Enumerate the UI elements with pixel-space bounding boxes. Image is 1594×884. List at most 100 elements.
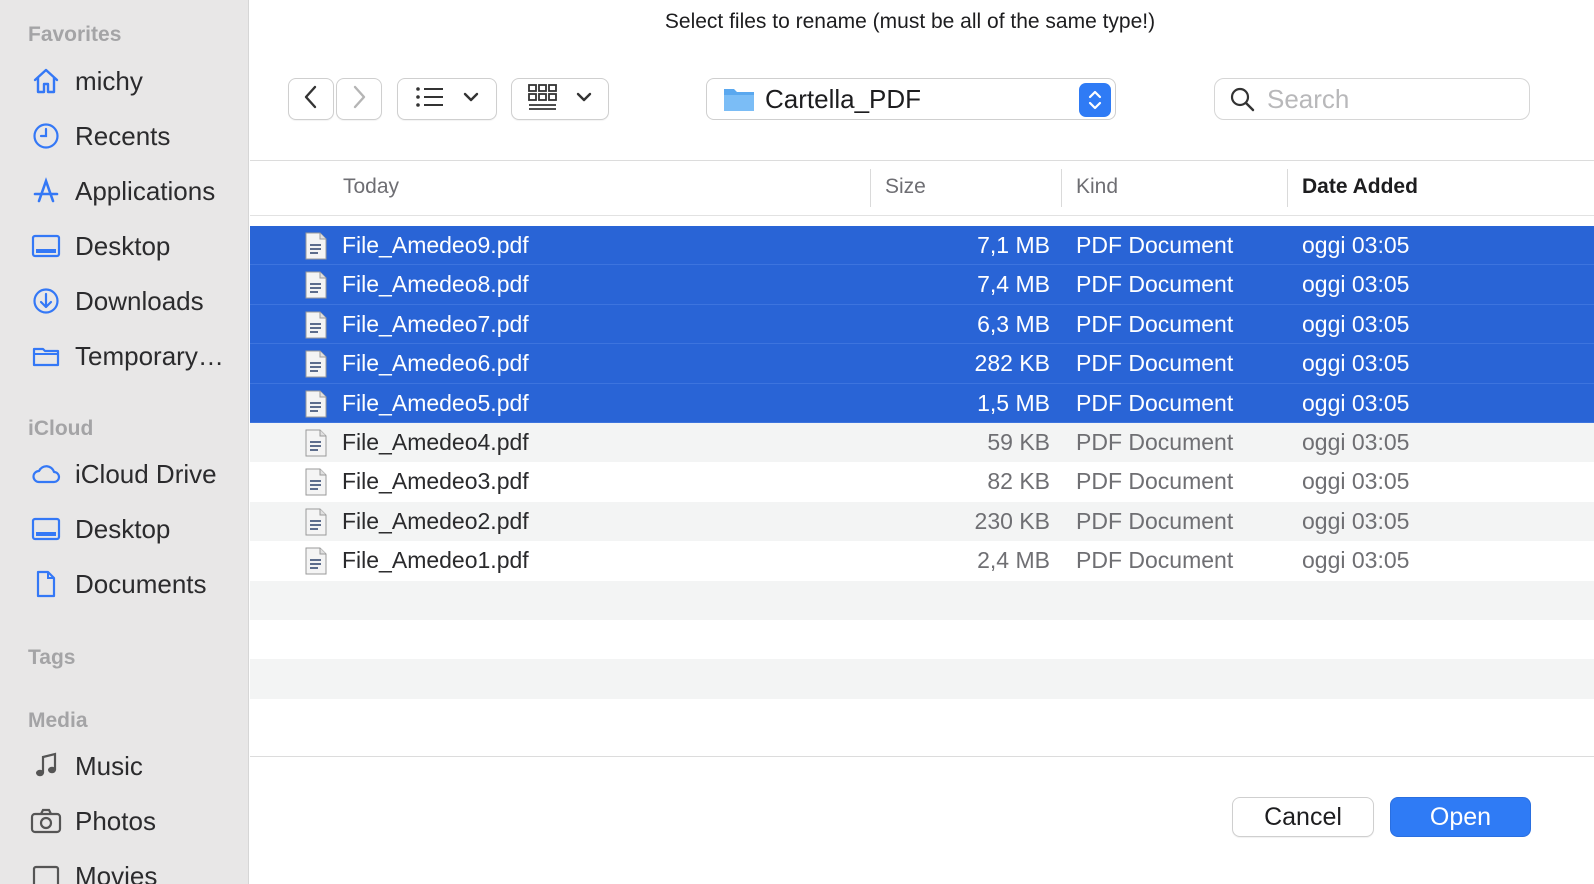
sidebar-item-applications[interactable]: Applications	[0, 168, 248, 214]
location-popup[interactable]: Cartella_PDF	[706, 78, 1116, 120]
chevron-right-icon	[350, 84, 368, 115]
sidebar-item-downloads[interactable]: Downloads	[0, 278, 248, 324]
file-size: 7,4 MB	[977, 271, 1050, 298]
file-size: 282 KB	[974, 350, 1050, 377]
chevron-down-icon	[463, 90, 479, 108]
sidebar-item-label: Downloads	[75, 285, 204, 316]
pdf-file-icon	[304, 271, 328, 299]
applications-icon	[29, 174, 63, 208]
file-name: File_Amedeo2.pdf	[342, 507, 529, 534]
file-kind: PDF Document	[1076, 310, 1234, 337]
column-header-name[interactable]: Today	[343, 175, 399, 199]
column-header-size[interactable]: Size	[885, 175, 926, 199]
file-row[interactable]: File_Amedeo5.pdf 1,5 MB PDF Document oggi 0…	[250, 383, 1594, 423]
file-date-added: oggi 03:05	[1302, 468, 1410, 495]
file-kind: PDF Document	[1076, 232, 1234, 258]
sidebar-item-label: Photos	[75, 805, 156, 836]
chevron-left-icon	[302, 84, 320, 115]
download-icon	[29, 284, 63, 318]
list-view-icon	[415, 85, 445, 114]
file-row[interactable]: File_Amedeo9.pdf 7,1 MB PDF Document oggi 0…	[250, 226, 1594, 266]
column-separator	[1287, 169, 1288, 207]
column-separator	[870, 169, 871, 207]
file-browser: Select files to rename (must be all of t…	[250, 0, 1594, 884]
back-button[interactable]	[288, 78, 334, 120]
file-name: File_Amedeo4.pdf	[342, 428, 529, 455]
search-input[interactable]	[1267, 83, 1507, 115]
file-size: 2,4 MB	[977, 547, 1050, 574]
file-row[interactable]: File_Amedeo3.pdf 82 KB PDF Document oggi 03…	[250, 462, 1594, 501]
empty-row	[250, 659, 1594, 699]
sidebar-item-label: Recents	[75, 120, 171, 151]
file-row[interactable]: File_Amedeo2.pdf 230 KB PDF Document oggi 0…	[250, 501, 1594, 542]
sidebar-item-icloud-desktop[interactable]: Desktop	[0, 506, 248, 552]
file-name: File_Amedeo9.pdf	[342, 232, 529, 258]
cloud-icon	[29, 457, 63, 491]
desktop-icon	[29, 512, 63, 546]
sidebar: Favorites michy Recents Applications Des…	[0, 0, 249, 884]
file-name: File_Amedeo8.pdf	[342, 271, 529, 298]
file-date-added: oggi 03:05	[1302, 232, 1410, 258]
sidebar-item-desktop[interactable]: Desktop	[0, 223, 248, 269]
file-row[interactable]: File_Amedeo4.pdf 59 KB PDF Document oggi 03…	[250, 422, 1594, 463]
file-date-added: oggi 03:05	[1302, 428, 1410, 455]
open-button[interactable]: Open	[1390, 797, 1531, 837]
file-name: File_Amedeo3.pdf	[342, 468, 529, 495]
column-separator	[1061, 169, 1062, 207]
file-kind: PDF Document	[1076, 389, 1234, 416]
sidebar-item-recents[interactable]: Recents	[0, 113, 248, 159]
view-list-menu-button[interactable]	[397, 78, 497, 120]
group-menu-button[interactable]	[511, 78, 609, 120]
divider	[250, 756, 1594, 757]
pdf-file-icon	[304, 468, 328, 496]
pdf-file-icon	[304, 547, 328, 575]
file-row[interactable]: File_Amedeo7.pdf 6,3 MB PDF Document oggi 0…	[250, 304, 1594, 345]
file-kind: PDF Document	[1076, 271, 1234, 298]
file-date-added: oggi 03:05	[1302, 271, 1410, 298]
dialog-prompt: Select files to rename (must be all of t…	[664, 10, 1156, 33]
search-field[interactable]	[1214, 78, 1530, 120]
sidebar-section-tags: Tags	[28, 646, 76, 669]
file-date-added: oggi 03:05	[1302, 350, 1410, 377]
file-size: 6,3 MB	[977, 310, 1050, 337]
pdf-file-icon	[304, 390, 328, 418]
sidebar-item-label: Documents	[75, 568, 207, 599]
empty-row	[250, 580, 1594, 620]
file-name: File_Amedeo5.pdf	[342, 389, 529, 416]
column-header-date-added[interactable]: Date Added	[1302, 175, 1418, 199]
forward-button[interactable]	[336, 78, 382, 120]
house-icon	[29, 64, 63, 98]
file-row[interactable]: File_Amedeo8.pdf 7,4 MB PDF Document oggi 0…	[250, 265, 1594, 305]
sidebar-item-michy[interactable]: michy	[0, 58, 248, 104]
file-size: 7,1 MB	[977, 232, 1050, 258]
file-date-added: oggi 03:05	[1302, 389, 1410, 416]
file-name: File_Amedeo6.pdf	[342, 350, 529, 377]
sidebar-item-documents[interactable]: Documents	[0, 561, 248, 607]
sidebar-item-label: michy	[75, 65, 143, 96]
file-kind: PDF Document	[1076, 350, 1234, 377]
file-size: 59 KB	[987, 428, 1050, 455]
chevron-down-icon	[576, 90, 592, 108]
file-row[interactable]: File_Amedeo1.pdf 2,4 MB PDF Document oggi 0…	[250, 541, 1594, 580]
cancel-button[interactable]: Cancel	[1232, 797, 1374, 837]
empty-row	[250, 699, 1594, 738]
sidebar-item-label: iCloud Drive	[75, 458, 217, 489]
clock-icon	[29, 119, 63, 153]
folder-icon	[29, 339, 63, 373]
file-size: 82 KB	[987, 468, 1050, 495]
grid-view-icon	[528, 83, 558, 115]
sidebar-item-music[interactable]: Music	[0, 743, 248, 789]
file-size: 1,5 MB	[977, 389, 1050, 416]
sidebar-item-movies[interactable]: Movies	[0, 853, 248, 884]
file-kind: PDF Document	[1076, 547, 1234, 574]
sidebar-item-temporaryitems[interactable]: TemporaryItems	[0, 333, 248, 379]
file-row[interactable]: File_Amedeo6.pdf 282 KB PDF Document oggi 0…	[250, 344, 1594, 384]
sidebar-item-photos[interactable]: Photos	[0, 798, 248, 844]
sidebar-item-label: Movies	[75, 860, 158, 884]
search-icon	[1229, 86, 1255, 112]
sidebar-item-icloud-drive[interactable]: iCloud Drive	[0, 451, 248, 497]
up-down-chevron-icon	[1079, 83, 1111, 117]
column-header-kind[interactable]: Kind	[1076, 175, 1118, 199]
sidebar-section-icloud: iCloud	[28, 417, 94, 440]
music-note-icon	[29, 749, 63, 783]
